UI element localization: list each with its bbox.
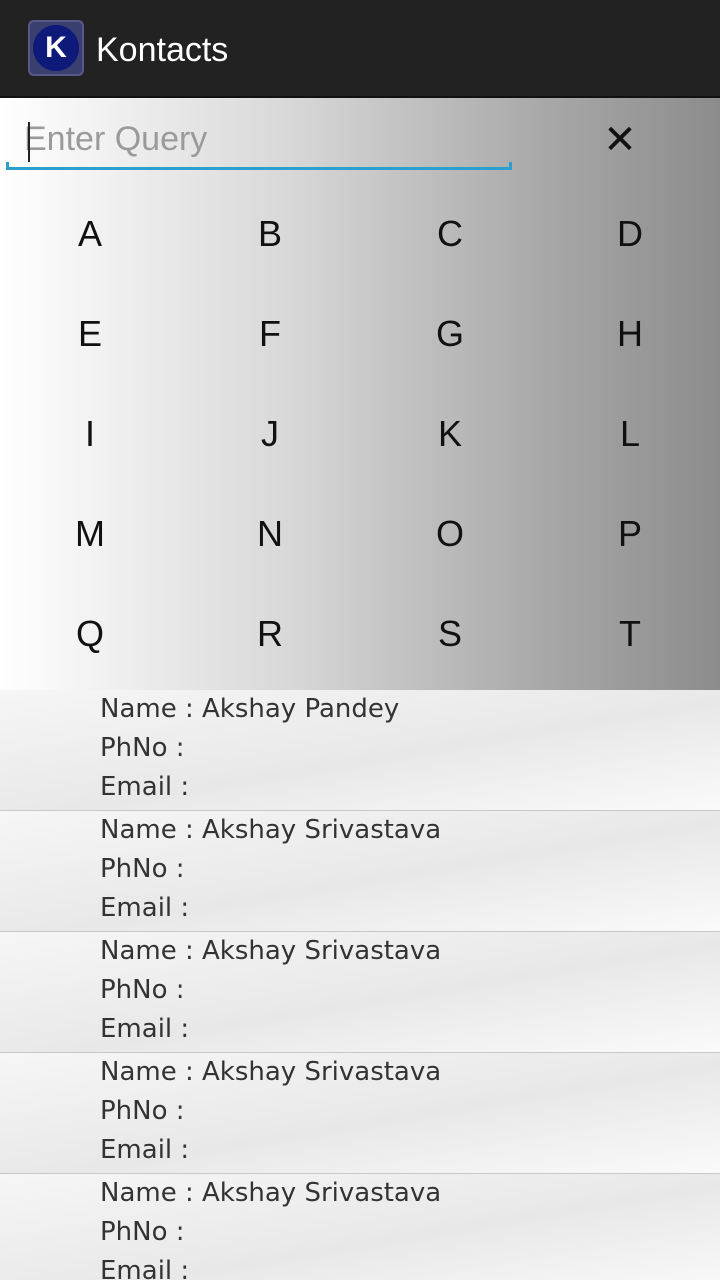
contact-phone-line: PhNo : [100, 971, 720, 1010]
text-cursor [28, 122, 30, 162]
name-label: Name : [100, 694, 202, 724]
name-label: Name : [100, 1178, 202, 1208]
search-input[interactable] [22, 116, 504, 162]
contact-phone-line: PhNo : [100, 729, 720, 768]
app-title: Kontacts [96, 31, 229, 69]
key-d[interactable]: D [540, 184, 720, 284]
clear-icon[interactable]: ✕ [590, 116, 650, 164]
key-f[interactable]: F [180, 284, 360, 384]
contact-name-line: Name : Akshay Srivastava [100, 1174, 720, 1213]
key-q[interactable]: Q [0, 584, 180, 684]
key-o[interactable]: O [360, 484, 540, 584]
contact-name: Akshay Srivastava [202, 815, 442, 845]
contact-phone-line: PhNo : [100, 1213, 720, 1252]
email-label: Email : [100, 1135, 190, 1165]
search-panel: ✕ A B C D E F G H I J K L M N O P Q R S … [0, 98, 720, 690]
key-c[interactable]: C [360, 184, 540, 284]
phone-label: PhNo : [100, 1217, 185, 1247]
phone-label: PhNo : [100, 1096, 185, 1126]
key-i[interactable]: I [0, 384, 180, 484]
contact-phone-line: PhNo : [100, 850, 720, 889]
contact-list-item[interactable]: Name : Akshay Srivastava PhNo : Email : [0, 1174, 720, 1280]
name-label: Name : [100, 815, 202, 845]
contact-list-item[interactable]: Name : Akshay Srivastava PhNo : Email : [0, 932, 720, 1053]
key-h[interactable]: H [540, 284, 720, 384]
key-b[interactable]: B [180, 184, 360, 284]
contact-name: Akshay Srivastava [202, 936, 442, 966]
phone-label: PhNo : [100, 854, 185, 884]
contact-email-line: Email : [100, 768, 720, 807]
contact-phone-line: PhNo : [100, 1092, 720, 1131]
contact-email-line: Email : [100, 889, 720, 928]
key-l[interactable]: L [540, 384, 720, 484]
contact-name-line: Name : Akshay Srivastava [100, 811, 720, 850]
key-p[interactable]: P [540, 484, 720, 584]
name-label: Name : [100, 1057, 202, 1087]
key-k[interactable]: K [360, 384, 540, 484]
key-s[interactable]: S [360, 584, 540, 684]
app-logo-icon[interactable]: K [28, 20, 84, 76]
search-field[interactable] [6, 116, 512, 170]
contact-list: Name : Akshay Pandey PhNo : Email : Name… [0, 690, 720, 1280]
kontacts-app: K Kontacts ✕ A B C D E F G H I J K L M N… [0, 0, 720, 1280]
name-label: Name : [100, 936, 202, 966]
email-label: Email : [100, 1256, 190, 1280]
email-label: Email : [100, 1014, 190, 1044]
contact-list-item[interactable]: Name : Akshay Srivastava PhNo : Email : [0, 1053, 720, 1174]
contact-email-line: Email : [100, 1252, 720, 1280]
contact-name-line: Name : Akshay Srivastava [100, 932, 720, 971]
phone-label: PhNo : [100, 975, 185, 1005]
contact-name: Akshay Srivastava [202, 1057, 442, 1087]
contact-list-item[interactable]: Name : Akshay Srivastava PhNo : Email : [0, 811, 720, 932]
key-a[interactable]: A [0, 184, 180, 284]
contact-name-line: Name : Akshay Srivastava [100, 1053, 720, 1092]
letter-keypad: A B C D E F G H I J K L M N O P Q R S T [0, 184, 720, 684]
phone-label: PhNo : [100, 733, 185, 763]
contact-list-item[interactable]: Name : Akshay Pandey PhNo : Email : [0, 690, 720, 811]
contact-email-line: Email : [100, 1010, 720, 1049]
key-r[interactable]: R [180, 584, 360, 684]
email-label: Email : [100, 772, 190, 802]
contact-name-line: Name : Akshay Pandey [100, 690, 720, 729]
key-g[interactable]: G [360, 284, 540, 384]
contact-name: Akshay Pandey [202, 694, 400, 724]
key-n[interactable]: N [180, 484, 360, 584]
key-m[interactable]: M [0, 484, 180, 584]
action-bar: K Kontacts [0, 0, 720, 98]
contact-name: Akshay Srivastava [202, 1178, 442, 1208]
contact-email-line: Email : [100, 1131, 720, 1170]
key-j[interactable]: J [180, 384, 360, 484]
app-logo-letter: K [33, 25, 79, 71]
key-t[interactable]: T [540, 584, 720, 684]
key-e[interactable]: E [0, 284, 180, 384]
email-label: Email : [100, 893, 190, 923]
